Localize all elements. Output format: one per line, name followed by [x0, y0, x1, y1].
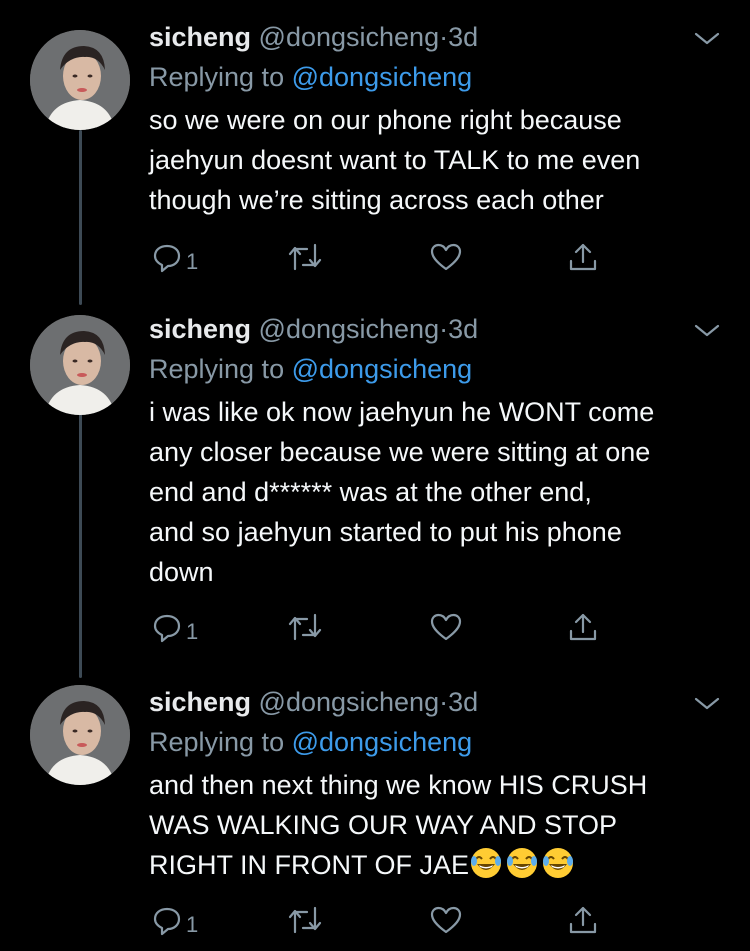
tweet-actions: 1	[149, 240, 619, 274]
chevron-down-icon[interactable]	[692, 28, 722, 50]
heart-icon	[430, 613, 462, 641]
share-icon	[569, 613, 597, 641]
tweet-header: sicheng @dongsicheng·3d	[149, 20, 478, 54]
share-button[interactable]	[567, 240, 599, 274]
heart-icon	[430, 906, 462, 934]
reply-button[interactable]: 1	[151, 610, 198, 644]
reply-icon	[153, 907, 181, 936]
display-name[interactable]: sicheng	[149, 22, 251, 52]
face-with-tears-of-joy-icon	[507, 848, 538, 878]
retweet-button[interactable]	[287, 903, 323, 937]
tweet-actions: 1	[149, 610, 619, 644]
timestamp[interactable]: 3d	[448, 22, 478, 52]
replying-to: Replying to @dongsicheng	[149, 352, 472, 386]
retweet-icon	[288, 613, 322, 641]
display-name[interactable]: sicheng	[149, 687, 251, 717]
reply-button[interactable]: 1	[151, 240, 198, 274]
like-button[interactable]	[429, 610, 463, 644]
replying-prefix: Replying to	[149, 62, 285, 92]
retweet-button[interactable]	[287, 610, 323, 644]
mention-link[interactable]: @dongsicheng	[292, 354, 473, 384]
separator-dot: ·	[439, 314, 449, 344]
avatar[interactable]	[30, 685, 130, 785]
heart-icon	[430, 243, 462, 271]
user-handle[interactable]: @dongsicheng	[259, 22, 440, 52]
retweet-icon	[288, 243, 322, 271]
timestamp[interactable]: 3d	[448, 314, 478, 344]
chevron-down-icon[interactable]	[692, 320, 722, 342]
share-button[interactable]	[567, 610, 599, 644]
replying-to: Replying to @dongsicheng	[149, 60, 472, 94]
user-handle[interactable]: @dongsicheng	[259, 687, 440, 717]
tweet[interactable]: sicheng @dongsicheng·3d Replying to @don…	[0, 312, 750, 652]
replying-to: Replying to @dongsicheng	[149, 725, 472, 759]
tweet[interactable]: sicheng @dongsicheng·3d Replying to @don…	[0, 20, 750, 280]
avatar[interactable]	[30, 315, 130, 415]
user-handle[interactable]: @dongsicheng	[259, 314, 440, 344]
avatar[interactable]	[30, 30, 130, 130]
share-icon	[569, 906, 597, 934]
share-icon	[569, 243, 597, 271]
share-button[interactable]	[567, 903, 599, 937]
tweet-text: so we were on our phone right because ja…	[149, 105, 641, 215]
reply-count: 1	[186, 619, 199, 644]
reply-count: 1	[186, 912, 199, 937]
like-button[interactable]	[429, 240, 463, 274]
retweet-icon	[288, 906, 322, 934]
replying-prefix: Replying to	[149, 354, 285, 384]
like-button[interactable]	[429, 903, 463, 937]
reply-button[interactable]: 1	[151, 903, 198, 937]
face-with-tears-of-joy-icon	[543, 848, 574, 878]
mention-link[interactable]: @dongsicheng	[292, 727, 473, 757]
display-name[interactable]: sicheng	[149, 314, 251, 344]
timestamp[interactable]: 3d	[448, 687, 478, 717]
tweet-actions: 1	[149, 903, 619, 937]
replying-prefix: Replying to	[149, 727, 285, 757]
separator-dot: ·	[439, 687, 449, 717]
tweet-header: sicheng @dongsicheng·3d	[149, 685, 478, 719]
face-with-tears-of-joy-icon	[471, 848, 502, 878]
reply-icon	[153, 244, 181, 273]
tweet-header: sicheng @dongsicheng·3d	[149, 312, 478, 346]
reply-count: 1	[186, 249, 199, 274]
tweet-text: i was like ok now jaehyun he WONT come a…	[149, 397, 655, 587]
reply-icon	[153, 614, 181, 643]
mention-link[interactable]: @dongsicheng	[292, 62, 473, 92]
emoji-group	[469, 848, 577, 880]
retweet-button[interactable]	[287, 240, 323, 274]
tweet[interactable]: sicheng @dongsicheng·3d Replying to @don…	[0, 685, 750, 951]
chevron-down-icon[interactable]	[692, 693, 722, 715]
tweet-text: and then next thing we know HIS CRUSH WA…	[149, 765, 729, 885]
separator-dot: ·	[439, 22, 449, 52]
